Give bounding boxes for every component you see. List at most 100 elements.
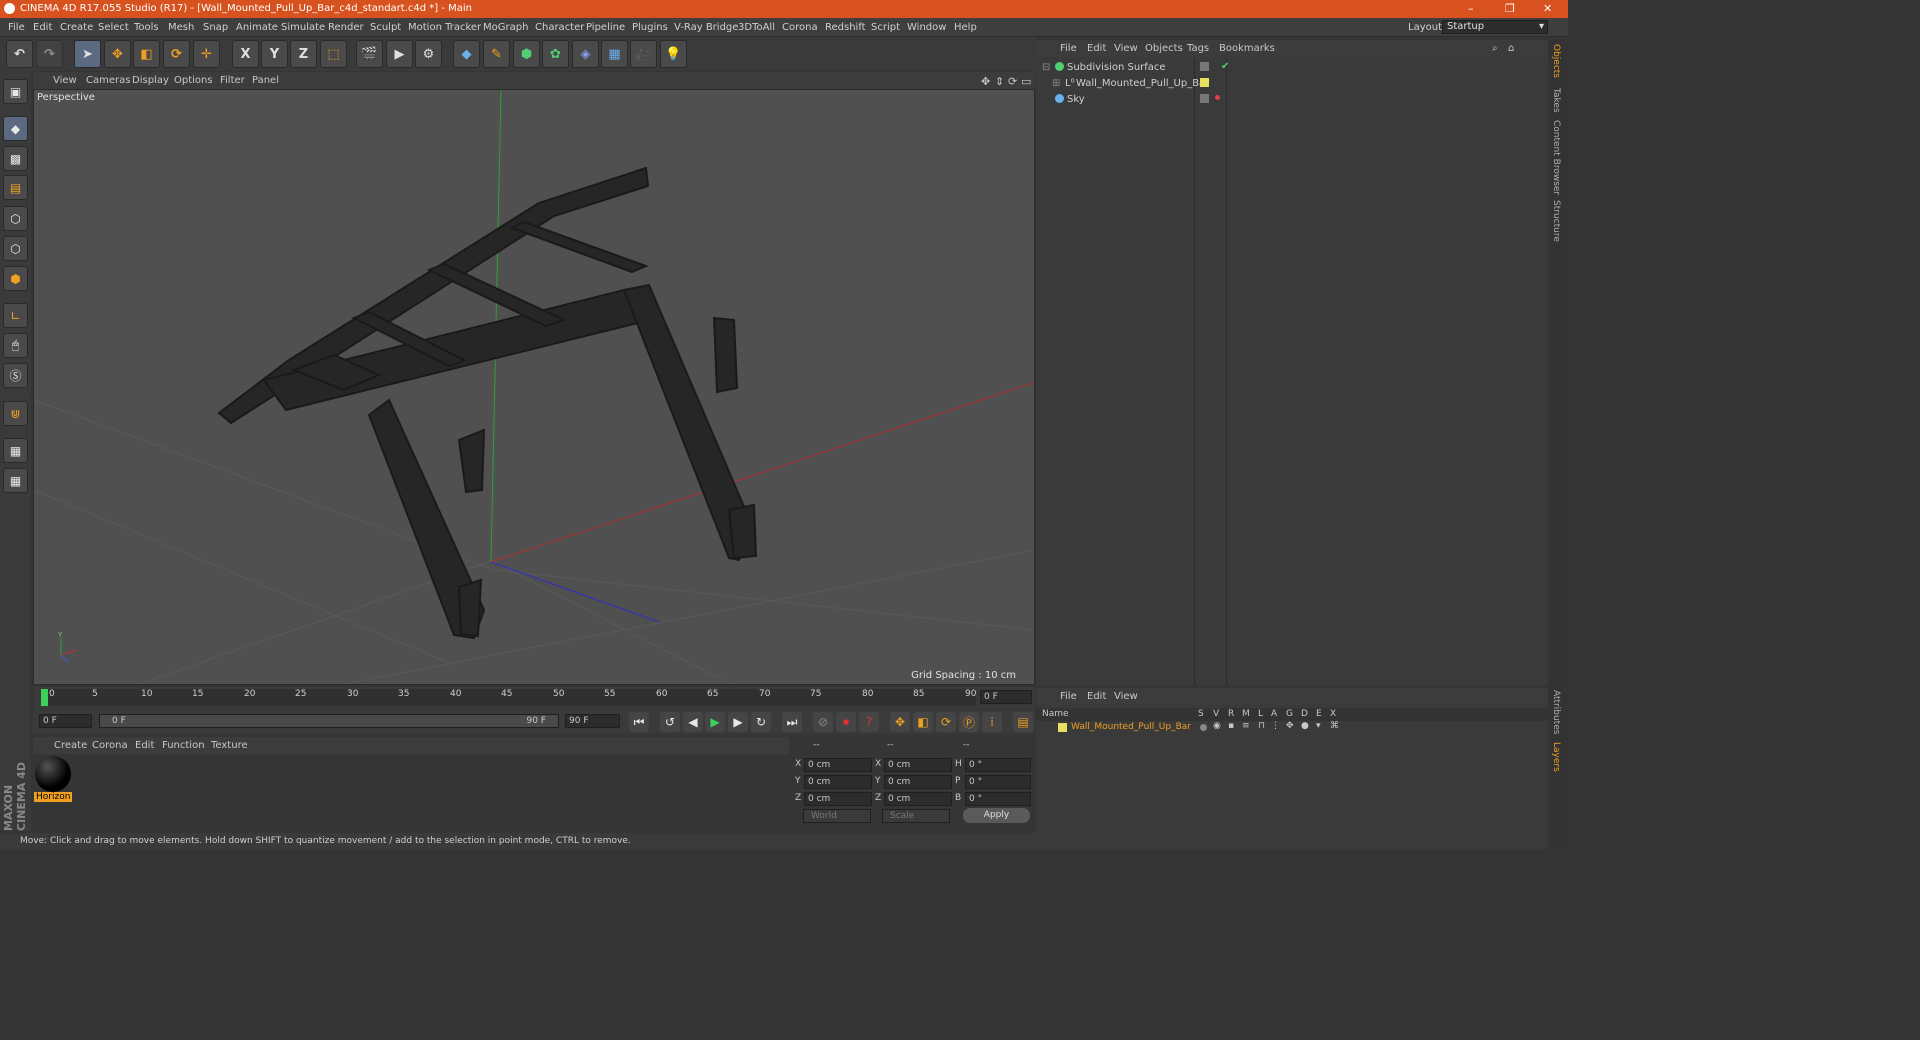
object-menu-edit[interactable]: Edit <box>1087 43 1106 54</box>
visibility-dot-icon[interactable] <box>1215 95 1220 100</box>
object-row-sky[interactable]: Sky <box>1038 93 1546 108</box>
workplane-mode-button[interactable]: ▤ <box>3 175 28 200</box>
menu-pipeline[interactable]: Pipeline <box>586 22 625 33</box>
workplane-align-button[interactable]: ▦ <box>3 468 28 493</box>
generator-toggle-icon[interactable]: ✥ <box>1286 721 1294 731</box>
key-pla-button[interactable]: ⁞ <box>982 712 1002 732</box>
material-menu-function[interactable]: Function <box>162 740 205 751</box>
previous-key-button[interactable]: ↺ <box>660 712 680 732</box>
tab-layers[interactable]: Layers <box>1551 742 1561 772</box>
layer-menu-view[interactable]: View <box>1114 691 1138 702</box>
animation-toggle-icon[interactable]: ⋮ <box>1271 721 1280 731</box>
deformer-toggle-icon[interactable]: ● <box>1301 721 1309 731</box>
start-frame-field[interactable]: 0 F <box>39 714 92 728</box>
close-button[interactable]: ✕ <box>1543 2 1552 15</box>
coordinate-system-button[interactable]: ⬚ <box>320 40 347 68</box>
layer-color-icon[interactable] <box>1200 78 1209 87</box>
viewport-menu-panel[interactable]: Panel <box>252 75 279 86</box>
size-mode-dropdown[interactable]: Scale <box>882 809 950 823</box>
menu-mograph[interactable]: MoGraph <box>483 22 528 33</box>
tab-objects[interactable]: Objects <box>1551 44 1561 78</box>
playhead[interactable] <box>41 689 48 706</box>
menu-character[interactable]: Character <box>535 22 584 33</box>
restore-button[interactable]: ❐ <box>1505 2 1515 15</box>
expression-toggle-icon[interactable]: ▾ <box>1316 721 1321 731</box>
material-menu-create[interactable]: Create <box>54 740 87 751</box>
object-row-pull-up-bar[interactable]: ⊞ L⁰ Wall_Mounted_Pull_Up_Bar <box>1038 77 1546 92</box>
workplane-lock-button[interactable]: ▦ <box>3 438 28 463</box>
layer-toggle-icon[interactable] <box>1200 94 1209 103</box>
tab-structure[interactable]: Structure <box>1551 200 1561 242</box>
size-x-field[interactable]: 0 cm <box>884 758 952 772</box>
cloner-button[interactable]: ✿ <box>542 40 569 68</box>
pen-spline-button[interactable]: ✎ <box>483 40 510 68</box>
transform-tool-button[interactable]: ✛ <box>193 40 220 68</box>
menu-script[interactable]: Script <box>871 22 900 33</box>
keyframe-selection-button[interactable]: ⊘ <box>813 712 833 732</box>
edges-mode-button[interactable]: ⬡ <box>3 236 28 261</box>
menu-plugins[interactable]: Plugins <box>632 22 668 33</box>
move-tool-button[interactable]: ✥ <box>104 40 131 68</box>
tab-content-browser[interactable]: Content Browser <box>1551 120 1561 195</box>
viewport-menu-options[interactable]: Options <box>174 75 213 86</box>
camera-button[interactable]: 🎥 <box>630 40 657 68</box>
texture-mode-button[interactable]: ▩ <box>3 146 28 171</box>
layer-row[interactable]: Wall_Mounted_Pull_Up_Bar ◉ ▪ ≡ ⊓ ⋮ ✥ ● ▾… <box>1036 721 1548 735</box>
expand-icon[interactable]: ⊞ <box>1052 78 1060 89</box>
material-menu-edit[interactable]: Edit <box>135 740 154 751</box>
make-editable-button[interactable]: ▣ <box>3 79 28 104</box>
object-menu-view[interactable]: View <box>1114 43 1138 54</box>
viewport-perspective[interactable]: Y Perspective Grid Spacing : 10 cm <box>33 89 1035 685</box>
layer-toggle-icon[interactable] <box>1200 62 1209 71</box>
menu-render[interactable]: Render <box>328 22 364 33</box>
object-menu-objects[interactable]: Objects <box>1145 43 1183 54</box>
menu-redshift[interactable]: Redshift <box>825 22 866 33</box>
undo-button[interactable]: ↶ <box>6 40 33 68</box>
axis-mode-button[interactable]: ∟ <box>3 303 28 328</box>
rotation-h-field[interactable]: 0 ° <box>965 758 1031 772</box>
menu-simulate[interactable]: Simulate <box>281 22 325 33</box>
cube-object-button[interactable]: ◆ <box>453 40 480 68</box>
menu-snap[interactable]: Snap <box>203 22 228 33</box>
material-swatch-horizon[interactable] <box>35 756 71 792</box>
go-to-start-button[interactable]: ⏮ <box>629 712 649 732</box>
next-frame-button[interactable]: ▶ <box>728 712 748 732</box>
tweak-mode-button[interactable]: 🖱 <box>3 333 28 358</box>
menu-tools[interactable]: Tools <box>134 22 159 33</box>
floor-button[interactable]: ▦ <box>601 40 628 68</box>
previous-frame-button[interactable]: ◀ <box>683 712 703 732</box>
viewport-menu-filter[interactable]: Filter <box>220 75 245 86</box>
menu-create[interactable]: Create <box>60 22 93 33</box>
render-view-button[interactable]: 🎬 <box>356 40 383 68</box>
redo-button[interactable]: ↷ <box>36 40 63 68</box>
menu-motion-tracker[interactable]: Motion Tracker <box>408 22 481 33</box>
scale-tool-button[interactable]: ◧ <box>133 40 160 68</box>
polygons-mode-button[interactable]: ⬢ <box>3 266 28 291</box>
tab-attributes[interactable]: Attributes <box>1551 690 1561 734</box>
deformer-button[interactable]: ◈ <box>572 40 599 68</box>
menu-corona[interactable]: Corona <box>782 22 818 33</box>
menu-window[interactable]: Window <box>907 22 946 33</box>
key-scale-button[interactable]: ◧ <box>913 712 933 732</box>
y-axis-button[interactable]: Y <box>261 40 288 68</box>
record-button[interactable]: ⏺ <box>836 712 856 732</box>
menu-3dtoall[interactable]: 3DToAll <box>738 22 775 33</box>
solo-toggle-icon[interactable] <box>1200 724 1207 731</box>
solo-mode-button[interactable]: Ⓢ <box>3 363 28 388</box>
next-key-button[interactable]: ↻ <box>751 712 771 732</box>
end-frame-field[interactable]: 90 F <box>565 714 620 728</box>
menu-sculpt[interactable]: Sculpt <box>370 22 401 33</box>
collapse-icon[interactable]: ⊟ <box>1042 62 1050 73</box>
viewport-maximize-icon[interactable]: ▭ <box>1021 75 1031 88</box>
frame-range-slider[interactable]: 0 F 90 F <box>99 714 559 728</box>
rotation-p-field[interactable]: 0 ° <box>965 775 1031 789</box>
object-menu-tags[interactable]: Tags <box>1187 43 1209 54</box>
key-parameter-button[interactable]: Ⓟ <box>959 712 979 732</box>
model-mode-button[interactable]: ◆ <box>3 116 28 141</box>
position-z-field[interactable]: 0 cm <box>804 792 872 806</box>
menu-file[interactable]: File <box>8 22 25 33</box>
enabled-check-icon[interactable]: ✔ <box>1221 61 1229 72</box>
menu-edit[interactable]: Edit <box>33 22 52 33</box>
menu-vray-bridge[interactable]: V-Ray Bridge <box>674 22 738 33</box>
z-axis-button[interactable]: Z <box>290 40 317 68</box>
